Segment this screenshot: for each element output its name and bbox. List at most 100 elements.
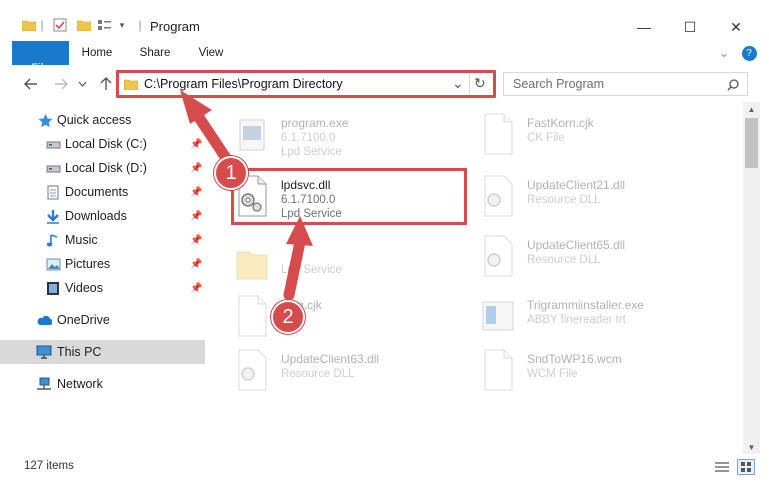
item-count: 127 items (24, 460, 74, 472)
file-item[interactable]: lean.cjk (234, 288, 454, 344)
navigation-pane: Quick access Local Disk (C:) 📌 Local Dis… (0, 102, 207, 454)
pin-icon: 📌 (190, 282, 203, 294)
pin-icon: 📌 (190, 258, 203, 270)
file-name: UpdateClient21.dll (527, 178, 626, 192)
file-type: Resource DLL (527, 194, 601, 206)
sidebar-item-onedrive[interactable]: OneDrive (0, 308, 205, 332)
details-view-icon (715, 462, 729, 472)
step-2-callout: 2 (271, 300, 305, 334)
computer-icon (36, 344, 52, 360)
file-name: FastKorn.cjk (527, 116, 594, 130)
blank-file-icon (238, 295, 267, 337)
sidebar-item-documents[interactable]: Documents 📌 (0, 180, 205, 204)
file-description: Resource DLL (281, 368, 355, 380)
search-input[interactable]: Search Program (503, 72, 748, 96)
file-type: Resource DLL (527, 254, 601, 266)
file-item[interactable]: Trigrammiinstaller.exe ABBY finereader t… (480, 288, 730, 344)
file-description: Lpd Service (281, 146, 342, 158)
window-title: Program (150, 19, 200, 34)
sidebar-item-label: Local Disk (C:) (65, 137, 147, 151)
file-item[interactable]: UpdateClient21.dll Resource DLL (480, 168, 730, 224)
minimize-button[interactable]: — (621, 12, 667, 42)
dll-gear-file-icon (238, 349, 267, 391)
file-list: program.exe 6.1.7100.0 Lpd Service lpdsv… (208, 102, 744, 454)
sidebar-item-this-pc[interactable]: This PC (0, 340, 205, 364)
up-arrow-icon (100, 77, 112, 90)
view-options-icon[interactable] (96, 16, 114, 34)
sidebar-item-label: OneDrive (57, 313, 110, 327)
folder-icon[interactable] (22, 16, 36, 34)
sidebar-item-music[interactable]: Music 📌 (0, 228, 205, 252)
file-type: WCM File (527, 368, 578, 380)
sidebar-item-label: Network (57, 377, 103, 391)
sidebar-item-pictures[interactable]: Pictures 📌 (0, 252, 205, 276)
status-bar: 127 items (0, 454, 769, 490)
sidebar-item-quick-access[interactable]: Quick access (0, 108, 205, 132)
close-button[interactable]: ✕ (713, 12, 759, 42)
pictures-icon (45, 256, 61, 272)
large-icons-view-icon (741, 462, 751, 472)
step-1-callout: 1 (214, 156, 248, 190)
sidebar-item-label: Quick access (57, 113, 132, 127)
file-name: SndToWP16.wcm (527, 352, 622, 366)
back-arrow-icon (24, 78, 37, 90)
tab-share[interactable]: Share (133, 41, 177, 65)
address-highlight-box (116, 70, 496, 98)
cloud-icon (36, 312, 52, 328)
scroll-down-button[interactable]: ▼ (743, 440, 760, 454)
file-item[interactable]: Lpd Service (234, 234, 454, 290)
new-folder-icon[interactable] (76, 16, 92, 34)
maximize-button[interactable]: ☐ (667, 12, 713, 42)
blank-file-icon (484, 113, 513, 155)
file-description: Lpd Service (281, 264, 342, 276)
sidebar-item-local-disk-d[interactable]: Local Disk (D:) 📌 (0, 156, 205, 180)
music-icon (45, 232, 61, 248)
large-icons-view-button[interactable] (737, 459, 755, 475)
file-item[interactable]: program.exe 6.1.7100.0 Lpd Service (234, 106, 454, 162)
sidebar-item-label: Local Disk (D:) (65, 161, 147, 175)
file-name: program.exe (281, 116, 349, 130)
file-item[interactable]: FastKorn.cjk CK File (480, 106, 730, 162)
title-bar: | ▾ | Program — ☐ ✕ (0, 0, 769, 40)
customize-toolbar-icon[interactable]: ▾ (116, 16, 128, 34)
divider: | (40, 18, 44, 32)
help-button[interactable]: ? (740, 41, 758, 65)
search-placeholder: Search Program (513, 77, 605, 91)
drive-icon (45, 160, 61, 176)
vertical-scrollbar[interactable]: ▲ ▼ (743, 102, 760, 454)
file-name: UpdateClient63.dll (281, 352, 380, 366)
dll-gear-file-icon (484, 235, 513, 277)
documents-icon (45, 184, 61, 200)
folder-file-icon (236, 251, 268, 280)
details-view-button[interactable] (714, 460, 730, 477)
tab-home[interactable]: Home (75, 41, 119, 65)
properties-icon[interactable] (52, 16, 68, 34)
sidebar-item-local-disk-c[interactable]: Local Disk (C:) 📌 (0, 132, 205, 156)
sidebar-item-videos[interactable]: Videos 📌 (0, 276, 205, 300)
file-item[interactable]: SndToWP16.wcm WCM File (480, 342, 730, 398)
sidebar-item-label: Videos (65, 281, 103, 295)
file-item[interactable]: UpdateClient65.dll Resource DLL (480, 228, 730, 284)
chevron-down-icon (78, 81, 86, 87)
file-item[interactable]: UpdateClient63.dll Resource DLL (234, 342, 454, 398)
tab-view[interactable]: View (190, 41, 232, 65)
videos-icon (45, 280, 61, 296)
forward-button[interactable] (51, 74, 71, 94)
back-button[interactable] (21, 74, 41, 94)
sidebar-item-downloads[interactable]: Downloads 📌 (0, 204, 205, 228)
expand-ribbon-button[interactable]: ⌄ (716, 41, 732, 65)
scroll-thumb[interactable] (745, 118, 758, 168)
recent-locations-button[interactable] (76, 74, 88, 94)
scroll-up-button[interactable]: ▲ (743, 102, 760, 116)
file-highlight-box (231, 168, 467, 225)
pin-icon: 📌 (190, 186, 203, 198)
exe-file-icon (239, 119, 265, 151)
pin-icon: 📌 (190, 234, 203, 246)
pin-icon: 📌 (190, 162, 203, 174)
sidebar-item-network[interactable]: Network (0, 372, 205, 396)
sidebar-item-label: Downloads (65, 209, 127, 223)
file-name: UpdateClient65.dll (527, 238, 626, 252)
up-button[interactable] (96, 74, 116, 94)
installer-file-icon (482, 301, 514, 331)
sidebar-item-label: This PC (57, 345, 102, 359)
